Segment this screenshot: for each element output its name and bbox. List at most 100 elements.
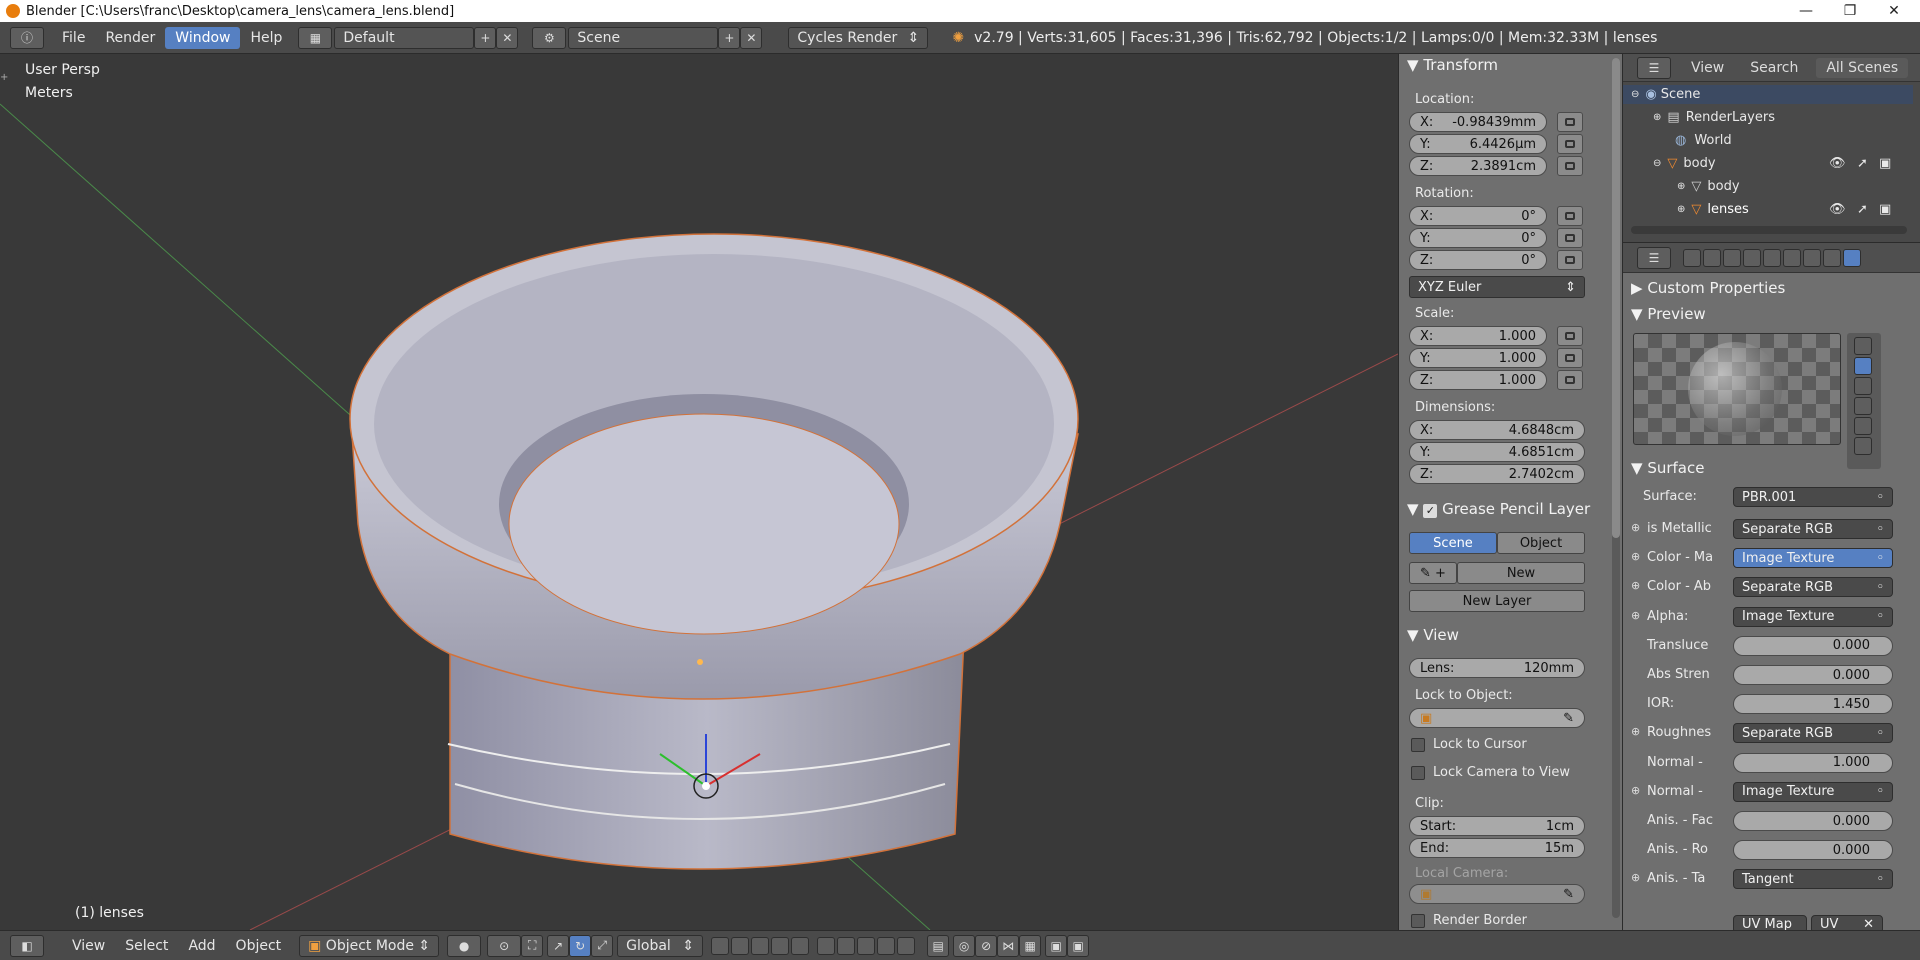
render-border-checkbox[interactable] (1411, 914, 1425, 928)
selectable-arrow-icon[interactable]: ➚ (1857, 202, 1868, 217)
collapse-icon[interactable]: ⊖ (1653, 158, 1661, 169)
layer-button[interactable] (877, 936, 896, 955)
data-tab-icon[interactable] (1823, 248, 1841, 267)
material-input-slider[interactable]: 0.000 (1733, 840, 1893, 861)
render-opengl-icon[interactable]: ▣ (1045, 934, 1068, 957)
outliner-h-scrollbar[interactable] (1631, 226, 1907, 234)
surface-panel-header[interactable]: ▼ Surface (1631, 459, 1704, 477)
visibility-eye-icon[interactable]: 👁 (1829, 202, 1846, 217)
surface-shader-field[interactable]: PBR.001 ◦ (1733, 487, 1893, 507)
scene-field[interactable]: Scene (568, 26, 719, 49)
3d-viewport[interactable]: User Persp Meters (1) lenses + (0, 54, 1398, 930)
dimensions-x-field[interactable]: X: 4.6848cm (1409, 420, 1585, 440)
grease-new-button[interactable]: New (1457, 562, 1585, 584)
view-panel-header[interactable]: ▼ View (1407, 626, 1459, 644)
remove-scene-icon[interactable]: ✕ (740, 26, 763, 49)
constraints-tab-icon[interactable] (1783, 248, 1801, 267)
material-input-node-field[interactable]: Image Texture ◦ (1733, 606, 1893, 627)
object-tab-icon[interactable] (1763, 248, 1781, 267)
lock-icon[interactable] (1557, 326, 1583, 346)
clip-start-field[interactable]: Start: 1cm (1409, 816, 1585, 836)
outliner-view-menu[interactable]: View (1691, 60, 1724, 76)
snap-target-icon[interactable]: ▦ (1019, 934, 1042, 957)
toolshelf-toggle-icon[interactable]: + (0, 72, 12, 84)
screen-layout-icon[interactable]: ▦ (298, 26, 333, 49)
grease-pencil-panel-header[interactable]: ▼ ✓ Grease Pencil Layer (1407, 500, 1590, 518)
location-z-field[interactable]: Z: 2.3891cm (1409, 156, 1547, 176)
render-layers-tab-icon[interactable] (1703, 248, 1721, 267)
translate-manipulator-icon[interactable]: ↗ (547, 934, 570, 957)
viewport-shading-icon[interactable]: ● (447, 934, 482, 957)
outliner-row-lenses[interactable]: ⊕ ▽ lenses 👁 ➚ ▣ (1623, 200, 1913, 219)
grease-pencil-icon[interactable]: ✎ + (1409, 562, 1457, 584)
dimensions-z-field[interactable]: Z: 2.7402cm (1409, 464, 1585, 484)
rotate-manipulator-icon[interactable]: ↻ (569, 934, 592, 957)
socket-expand-icon[interactable]: ⊕ (1631, 725, 1640, 738)
snap-element-icon[interactable]: ⋈ (997, 934, 1020, 957)
preview-hair-icon[interactable] (1854, 417, 1872, 435)
pivot-point-icon[interactable]: ⊙ (487, 934, 522, 957)
preview-world-icon[interactable] (1854, 437, 1872, 455)
menu-object[interactable]: Object (226, 935, 292, 957)
material-input-slider[interactable]: 1.000 (1733, 752, 1893, 773)
lock-icon[interactable] (1557, 228, 1583, 248)
material-input-node-field[interactable]: Separate RGB ◦ (1733, 723, 1893, 744)
add-scene-icon[interactable]: + (718, 26, 741, 49)
lock-to-cursor-checkbox[interactable] (1411, 738, 1425, 752)
outliner-row-world[interactable]: ◍ World (1623, 131, 1913, 150)
world-tab-icon[interactable] (1743, 248, 1761, 267)
menu-help[interactable]: Help (240, 27, 292, 49)
expand-icon[interactable]: ⊕ (1653, 112, 1661, 123)
layer-button[interactable] (837, 936, 856, 955)
outliner-row-body-mesh[interactable]: ⊕ ▽ body (1623, 177, 1913, 196)
maximize-button[interactable]: ❐ (1830, 0, 1870, 22)
preview-plane-icon[interactable] (1854, 337, 1872, 355)
outliner-search-menu[interactable]: Search (1750, 60, 1798, 76)
close-window-button[interactable]: ✕ (1874, 0, 1914, 22)
close-icon[interactable]: ✕ (1863, 917, 1874, 931)
layer-button[interactable] (771, 936, 790, 955)
socket-expand-icon[interactable]: ⊕ (1631, 521, 1640, 534)
lock-icon[interactable] (1557, 112, 1583, 132)
location-y-field[interactable]: Y: 6.4426µm (1409, 134, 1547, 154)
scene-icon[interactable]: ⚙ (532, 26, 567, 49)
transform-panel-header[interactable]: ▼ Transform (1407, 56, 1498, 74)
material-tab-icon[interactable] (1843, 248, 1861, 267)
lock-icon[interactable] (1557, 250, 1583, 270)
scale-y-field[interactable]: Y: 1.000 (1409, 348, 1547, 368)
material-input-node-field[interactable]: Tangent ◦ (1733, 869, 1893, 890)
location-x-field[interactable]: X: -0.98439mm (1409, 112, 1547, 132)
layer-button[interactable] (897, 936, 916, 955)
n-panel-scroll-thumb[interactable] (1612, 58, 1620, 538)
checkbox-checked-icon[interactable]: ✓ (1423, 504, 1438, 518)
menu-view[interactable]: View (62, 935, 115, 957)
editor-type-3dview-icon[interactable]: ◧ (10, 934, 44, 957)
scale-manipulator-icon[interactable]: ⤢ (591, 934, 614, 957)
layer-button[interactable] (857, 936, 876, 955)
lock-icon[interactable] (1557, 206, 1583, 226)
lock-icon[interactable] (1557, 134, 1583, 154)
material-input-node-field[interactable]: Image Texture ◦ (1733, 781, 1893, 802)
socket-expand-icon[interactable]: ⊕ (1631, 784, 1640, 797)
grease-scene-button[interactable]: Scene (1409, 532, 1497, 554)
interaction-mode-dropdown[interactable]: ▣ Object Mode ⇕ (299, 934, 440, 957)
menu-render[interactable]: Render (95, 27, 165, 49)
lock-camera-to-view-checkbox[interactable] (1411, 766, 1425, 780)
menu-file[interactable]: File (52, 27, 95, 49)
remove-layout-icon[interactable]: ✕ (496, 26, 519, 49)
socket-expand-icon[interactable]: ⊕ (1631, 609, 1640, 622)
collapse-icon[interactable]: ⊖ (1631, 89, 1639, 100)
editor-type-info-icon[interactable]: ⓘ (10, 26, 44, 49)
layer-button[interactable] (751, 936, 770, 955)
snap-toggle-icon[interactable]: ⊘ (975, 934, 998, 957)
material-input-slider[interactable]: 0.000 (1733, 811, 1893, 831)
socket-expand-icon[interactable]: ⊕ (1631, 550, 1640, 563)
outliner-display-mode[interactable]: All Scenes (1816, 57, 1909, 78)
uv-map-field[interactable]: UV Map (1733, 915, 1807, 930)
lock-layers-icon[interactable]: ▤ (927, 934, 950, 957)
editor-type-properties-icon[interactable]: ☰ (1637, 246, 1671, 269)
menu-select[interactable]: Select (115, 935, 178, 957)
outliner-row-renderlayers[interactable]: ⊕ ▤ RenderLayers (1623, 108, 1913, 127)
menu-window[interactable]: Window (165, 26, 241, 49)
material-input-slider[interactable]: 0.000 (1733, 665, 1893, 685)
